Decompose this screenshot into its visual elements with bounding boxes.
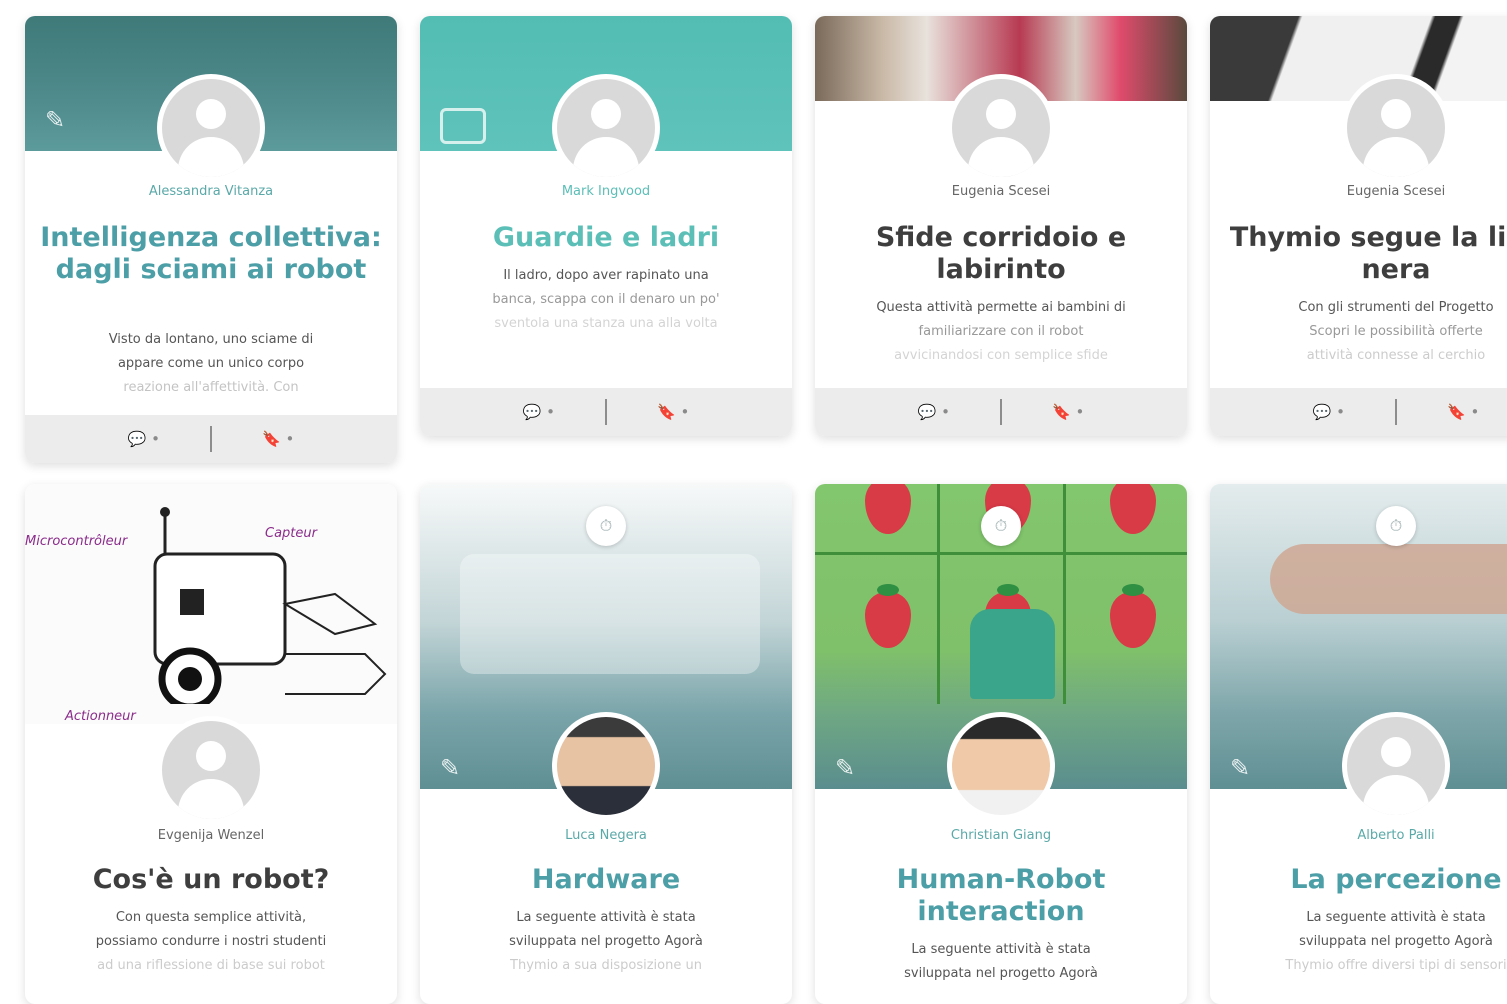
robot-figure	[970, 609, 1055, 699]
avatar	[947, 74, 1055, 182]
card-cover-sketch: Microcontrôleur Capteur Actionneur	[25, 484, 397, 724]
card-title[interactable]: Cos'è un robot?	[37, 864, 385, 896]
card-title[interactable]: Hardware	[432, 864, 780, 896]
activity-card[interactable]: ✎ ⏱ Christian Giang Human-Robot interact…	[815, 484, 1187, 1004]
divider	[1395, 399, 1397, 425]
card-author[interactable]: Christian Giang	[815, 828, 1187, 843]
avatar	[552, 74, 660, 182]
card-author[interactable]: Mark Ingvood	[420, 184, 792, 199]
screen-icon	[440, 108, 486, 144]
card-description: Con gli strumenti del Progetto Scopri le…	[1298, 300, 1494, 363]
card-title[interactable]: Guardie e ladri	[432, 222, 780, 254]
card-title[interactable]: La percezione	[1222, 864, 1507, 896]
avatar	[157, 716, 265, 824]
bookmark-icon[interactable]: 🔖 •	[657, 403, 689, 421]
card-author[interactable]: Alessandra Vitanza	[25, 184, 397, 199]
divider	[210, 426, 212, 452]
card-description: Visto da lontano, uno sciame di appare c…	[108, 332, 314, 395]
strawberry-icon	[1110, 484, 1156, 534]
bookmark-icon[interactable]: 🔖 •	[1447, 403, 1479, 421]
cover-illustration	[460, 554, 760, 674]
sketch-label: Actionneur	[65, 709, 136, 724]
activity-card[interactable]: Mark Ingvood Guardie e ladri Il ladro, d…	[420, 16, 792, 436]
card-author[interactable]: Eugenia Scesei	[815, 184, 1187, 199]
divider	[1000, 399, 1002, 425]
card-footer: 💬 • 🔖 •	[1210, 388, 1507, 436]
robot-icon: ✎	[45, 106, 66, 134]
strawberry-icon	[865, 584, 911, 648]
avatar-photo	[947, 712, 1055, 820]
hand-illustration	[1270, 544, 1507, 614]
grid-line	[1063, 484, 1066, 704]
grid-line	[815, 552, 1187, 555]
comments-icon[interactable]: 💬 •	[128, 430, 160, 448]
comments-icon[interactable]: 💬 •	[918, 403, 950, 421]
robot-icon: ✎	[835, 754, 856, 782]
avatar	[1342, 712, 1450, 820]
card-title[interactable]: Human-Robot interaction	[827, 864, 1175, 928]
card-description: La seguente attività è stata sviluppata …	[509, 910, 703, 973]
strawberry-icon	[865, 484, 911, 534]
card-author[interactable]: Eugenia Scesei	[1210, 184, 1507, 199]
card-footer: 💬 • 🔖 •	[25, 415, 397, 463]
activity-card[interactable]: ✎ Alessandra Vitanza Intelligenza collet…	[25, 16, 397, 463]
bookmark-icon[interactable]: 🔖 •	[262, 430, 294, 448]
card-footer: 💬 • 🔖 •	[420, 388, 792, 436]
card-description: Questa attività permette ai bambini di f…	[876, 300, 1126, 363]
comments-icon[interactable]: 💬 •	[523, 403, 555, 421]
robot-icon: ✎	[1230, 754, 1251, 782]
activity-card[interactable]: ✎ ⏱ Luca Negera Hardware La seguente att…	[420, 484, 792, 1004]
activity-card[interactable]: Microcontrôleur Capteur Actionneur Evgen…	[25, 484, 397, 1004]
activity-card[interactable]: Eugenia Scesei Sfide corridoio e labirin…	[815, 16, 1187, 436]
card-author[interactable]: Luca Negera	[420, 828, 792, 843]
robot-icon: ✎	[440, 754, 461, 782]
sketch-label: Microcontrôleur	[25, 534, 128, 549]
card-title[interactable]: Intelligenza collettiva: dagli sciami ai…	[37, 222, 385, 286]
avatar	[1342, 74, 1450, 182]
bookmark-icon[interactable]: 🔖 •	[1052, 403, 1084, 421]
card-author[interactable]: Evgenija Wenzel	[25, 828, 397, 843]
card-author[interactable]: Alberto Palli	[1210, 828, 1507, 843]
card-footer: 💬 • 🔖 •	[815, 388, 1187, 436]
card-description: La seguente attività è stata sviluppata …	[904, 942, 1098, 981]
activity-badge-icon: ⏱	[1376, 506, 1416, 546]
avatar	[157, 74, 265, 182]
avatar-photo	[552, 712, 660, 820]
grid-line	[937, 484, 940, 704]
activity-card[interactable]: ✎ ⏱ Alberto Palli La percezione La segue…	[1210, 484, 1507, 1004]
card-description: La seguente attività è stata sviluppata …	[1285, 910, 1507, 973]
card-title[interactable]: Sfide corridoio e labirinto	[827, 222, 1175, 286]
activity-card[interactable]: Eugenia Scesei Thymio segue la linea ner…	[1210, 16, 1507, 436]
activity-badge-icon: ⏱	[586, 506, 626, 546]
card-description: Con questa semplice attività, possiamo c…	[95, 910, 327, 973]
divider	[605, 399, 607, 425]
card-title[interactable]: Thymio segue la linea nera	[1222, 222, 1507, 286]
strawberry-icon	[1110, 584, 1156, 648]
card-description: Il ladro, dopo aver rapinato una banca, …	[492, 268, 720, 331]
sketch-label: Capteur	[265, 526, 317, 541]
activity-badge-icon: ⏱	[981, 506, 1021, 546]
comments-icon[interactable]: 💬 •	[1313, 403, 1345, 421]
